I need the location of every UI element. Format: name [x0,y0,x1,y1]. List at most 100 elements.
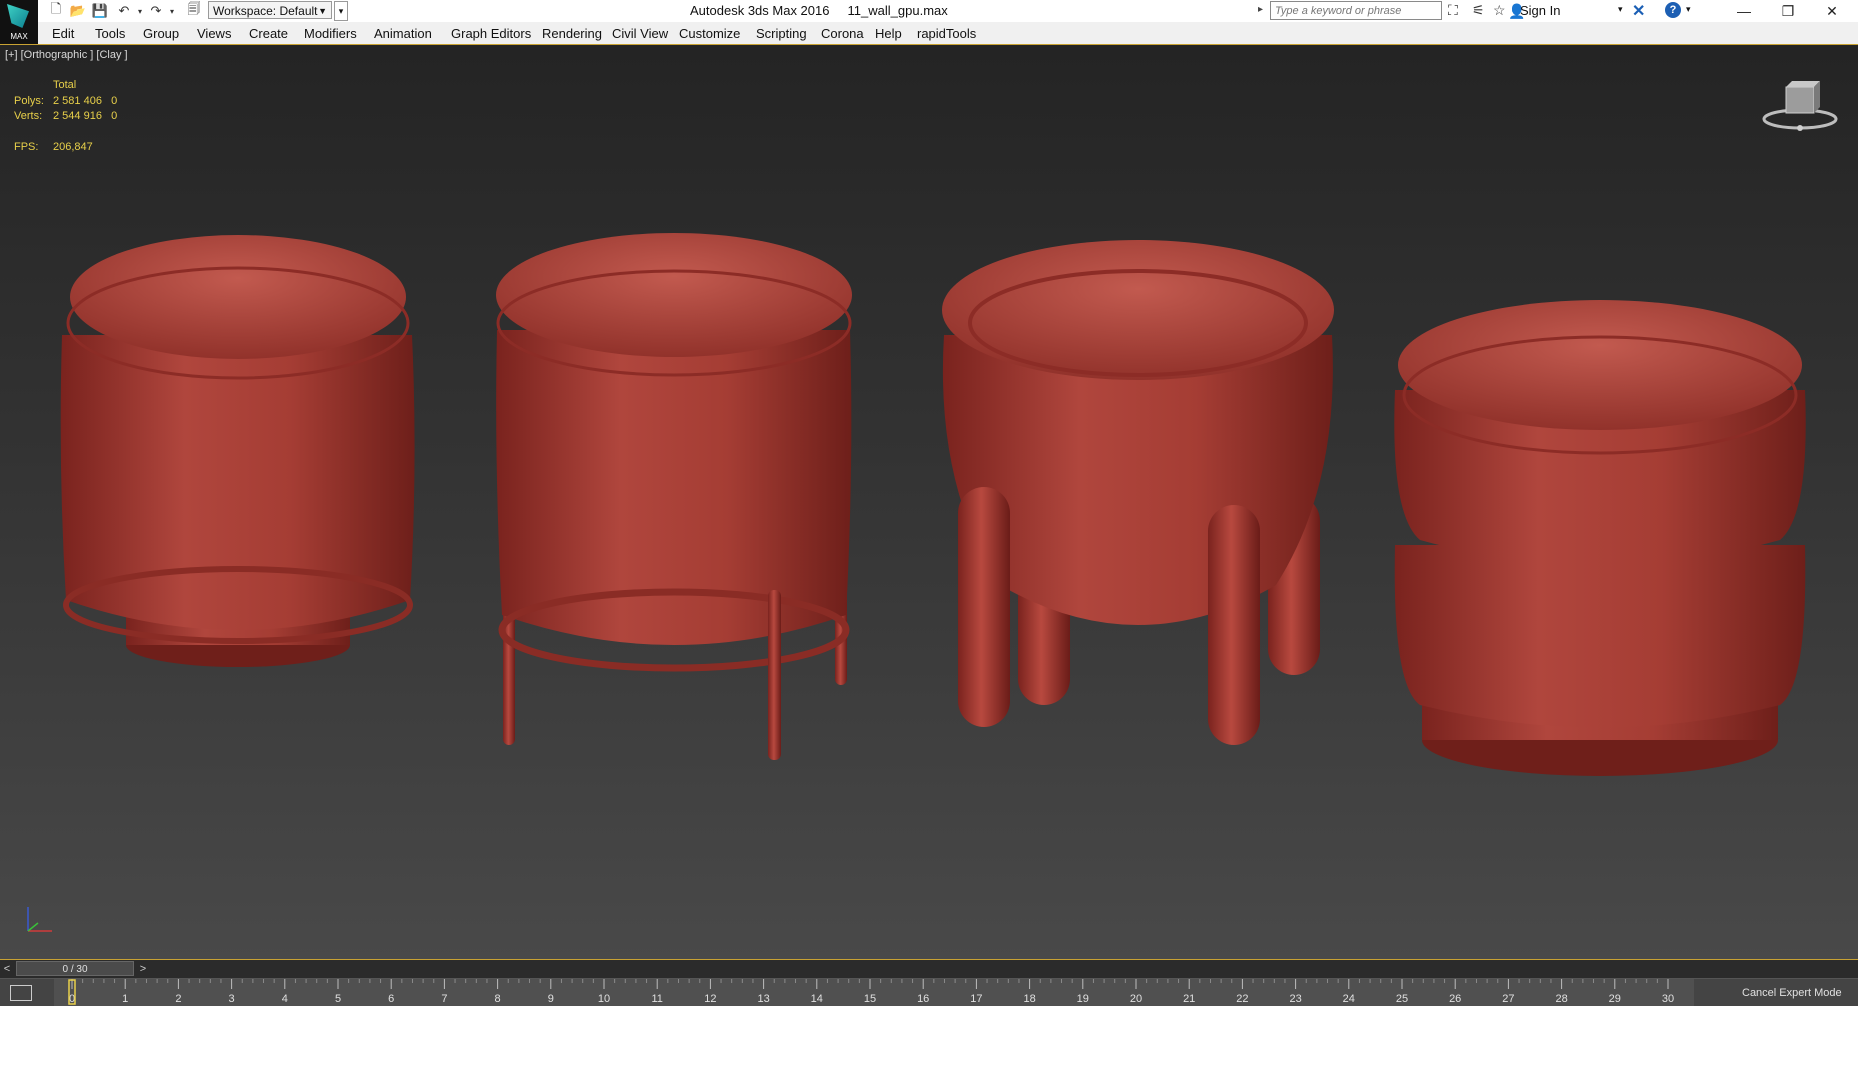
frame-tick-label: 6 [388,993,394,1005]
frame-tick-label: 5 [335,993,341,1005]
mini-curve-editor-icon[interactable] [10,985,32,1001]
menu-bar: Edit Tools Group Views Create Modifiers … [0,22,1858,45]
stats-total-label: Total [53,79,77,91]
stats-verts-label: Verts: [14,110,43,122]
frame-tick-label: 4 [282,993,288,1005]
restore-button[interactable]: ❐ [1766,0,1810,22]
frame-ruler[interactable]: 0 1 2 3 4 5 6 7 8 9 10 11 12 13 14 15 16 17 18 19 20 21 22 23 24… [54,979,1694,1007]
frame-tick-label: 8 [495,993,501,1005]
stats-fps-value: 206,847 [53,141,93,153]
pouf-model-3[interactable] [942,240,1334,745]
blank-area [0,1006,1858,1080]
menu-graph-editors[interactable]: Graph Editors [451,26,531,41]
stats-verts-value: 2 544 916 0 [53,110,118,122]
frame-tick-label: 17 [970,993,982,1005]
redo-dropdown-icon[interactable]: ▾ [164,3,180,19]
frame-tick-label: 23 [1289,993,1301,1005]
project-folder-icon[interactable]: 🗐 [186,1,202,19]
menu-customize[interactable]: Customize [679,26,740,41]
perspective-viewport[interactable]: [+] [Orthographic ] [Clay ] Total Polys:… [0,44,1858,960]
close-button[interactable]: ✕ [1810,0,1854,22]
track-bar: 0 1 2 3 4 5 6 7 8 9 10 11 12 13 14 15 16 17 18 19 20 21 22 23 24… [0,978,1858,1007]
frame-tick-label: 18 [1023,993,1035,1005]
window-title: Autodesk 3ds Max 2016 11_wall_gpu.max [690,3,948,18]
redo-icon[interactable]: ↷ [148,3,164,19]
frame-tick-label: 7 [441,993,447,1005]
frame-tick-label: 13 [757,993,769,1005]
title-bar: MAX 🗋 📂 💾 ↶ ▾ ↷ ▾ 🗐 Workspace: Default ▼… [0,0,1858,44]
axis-tripod-icon [27,907,52,932]
menu-views[interactable]: Views [197,26,231,41]
frame-tick-label: 21 [1183,993,1195,1005]
time-next-button[interactable]: > [136,960,150,978]
chevron-down-icon: ▼ [318,6,327,16]
frame-tick-label: 29 [1609,993,1621,1005]
frame-tick-label: 1 [122,993,128,1005]
frame-tick-label: 24 [1343,993,1355,1005]
max-logo-icon [7,4,29,28]
undo-dropdown-icon[interactable]: ▾ [132,3,148,19]
binoculars-icon[interactable]: ⛶ [1448,2,1458,19]
sign-in-button[interactable]: Sign In [1520,3,1560,18]
app-menu-button[interactable]: MAX [0,0,38,44]
help-icon[interactable]: ? [1665,2,1681,18]
frame-tick-label: 11 [651,993,662,1005]
pouf-model-4[interactable] [1394,300,1806,776]
frame-tick-label: 30 [1662,993,1674,1005]
communication-center-icon[interactable]: ⚟ [1472,2,1485,19]
workspace-label: Workspace: Default [213,4,318,18]
help-dropdown-icon[interactable]: ▾ [1686,4,1691,15]
save-icon[interactable]: 💾 [92,3,108,19]
frame-tick-label: 15 [864,993,876,1005]
frame-tick-label: 9 [548,993,554,1005]
menu-modifiers[interactable]: Modifiers [304,26,357,41]
stats-polys-value: 2 581 406 0 [53,95,118,107]
pouf-model-1[interactable] [60,235,415,667]
time-slider-thumb[interactable]: 0 / 30 [16,961,134,976]
new-file-icon[interactable]: 🗋 [48,1,64,19]
frame-tick-label: 19 [1077,993,1089,1005]
menu-rapidtools[interactable]: rapidTools [917,26,976,41]
frame-tick-label: 20 [1130,993,1142,1005]
minimize-button[interactable]: — [1722,0,1766,22]
frame-tick-label: 2 [175,993,181,1005]
viewport-label[interactable]: [+] [Orthographic ] [Clay ] [5,49,128,61]
stats-polys-label: Polys: [14,95,44,107]
viewcube-icon[interactable] [1760,77,1840,137]
menu-group[interactable]: Group [143,26,179,41]
frame-tick-label: 14 [811,993,823,1005]
frame-tick-label: 22 [1236,993,1248,1005]
frame-tick-label: 28 [1555,993,1567,1005]
open-folder-icon[interactable]: 📂 [70,3,86,19]
app-logo-label: MAX [10,32,28,41]
workspace-dropdown[interactable]: Workspace: Default ▼ [208,1,332,19]
search-expand-icon[interactable]: ▸ [1258,4,1263,15]
sign-in-dropdown-icon[interactable]: ▾ [1618,4,1623,15]
frame-tick-label: 3 [229,993,235,1005]
exchange-apps-icon[interactable]: ✕ [1632,1,1645,21]
quick-access-customize-icon[interactable]: ▾ [334,1,348,21]
frame-tick-label: 12 [704,993,716,1005]
menu-scripting[interactable]: Scripting [756,26,807,41]
menu-civil-view[interactable]: Civil View [612,26,668,41]
menu-edit[interactable]: Edit [52,26,74,41]
time-prev-button[interactable]: < [0,960,14,978]
menu-corona[interactable]: Corona [821,26,864,41]
frame-tick-label: 16 [917,993,929,1005]
cancel-expert-mode-button[interactable]: Cancel Expert Mode [1742,987,1842,999]
menu-animation[interactable]: Animation [374,26,432,41]
menu-help[interactable]: Help [875,26,902,41]
scene-models[interactable] [0,45,1858,960]
menu-rendering[interactable]: Rendering [542,26,602,41]
favorites-star-icon[interactable]: ☆ [1493,2,1506,19]
pouf-model-2[interactable] [496,233,852,760]
search-input[interactable] [1270,1,1442,20]
menu-tools[interactable]: Tools [95,26,125,41]
frame-tick-label: 27 [1502,993,1514,1005]
menu-create[interactable]: Create [249,26,288,41]
time-slider[interactable]: < 0 / 30 > [0,960,1858,978]
frame-tick-label: 26 [1449,993,1461,1005]
frame-tick-label: 25 [1396,993,1408,1005]
undo-icon[interactable]: ↶ [116,3,132,19]
frame-tick-label: 10 [598,993,610,1005]
